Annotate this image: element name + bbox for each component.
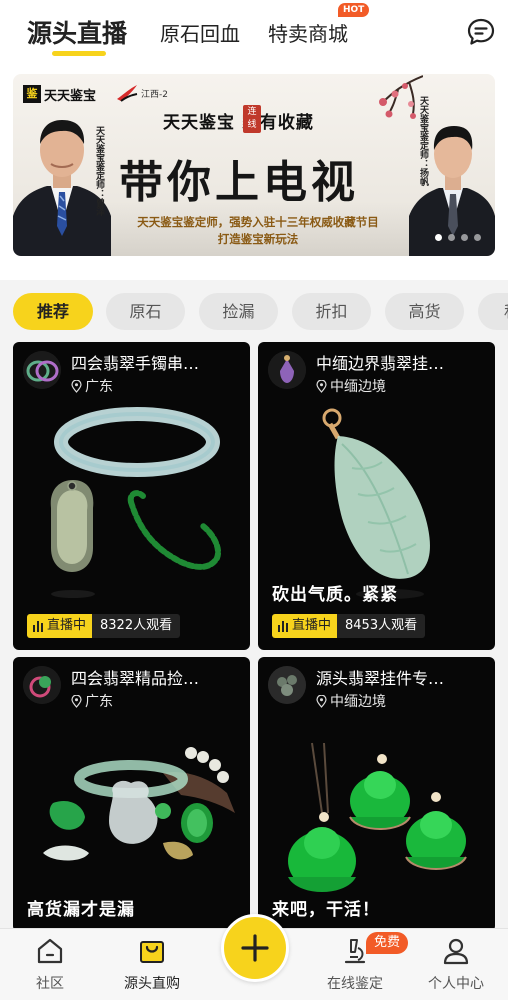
stream-title: 四会翡翠精品捡… bbox=[71, 669, 200, 688]
stream-title: 中缅边界翡翠挂… bbox=[316, 354, 445, 373]
carousel-dot[interactable] bbox=[448, 234, 455, 241]
stream-card[interactable]: 四会翡翠精品捡… 广东 高货漏才是漏 bbox=[13, 657, 250, 932]
stream-card[interactable]: 中缅边界翡翠挂… 中缅边境 砍出气质。紧紧 直播中 8453人观看 bbox=[258, 342, 495, 650]
carousel-dots bbox=[435, 234, 481, 241]
live-badge: 直播中 bbox=[272, 614, 338, 638]
person-icon bbox=[443, 938, 469, 965]
nav-profile[interactable]: 个人中心 bbox=[411, 929, 501, 1000]
left-host-label: 天天鉴宝鉴定师：曾泽 bbox=[94, 126, 104, 216]
app-screen: 源头直播 原石回血 特卖商城 HOT 鉴 天天鉴宝 江西-2 天天鉴宝鉴定师：曾… bbox=[0, 0, 508, 1000]
right-host-label: 天天鉴宝鉴定师：扬帆 bbox=[418, 96, 428, 186]
jiangxi-tv-logo: 江西-2 bbox=[115, 83, 168, 103]
banner-section: 鉴 天天鉴宝 江西-2 天天鉴宝鉴定师：曾泽 天天鉴宝 家有收藏 连线 带你上电… bbox=[0, 66, 508, 280]
link-seal: 连线 bbox=[243, 105, 261, 133]
banner-subtitle-1: 天天鉴宝鉴定师，强势入驻十三年权威收藏节目 bbox=[137, 215, 379, 229]
jade-bracelet-image bbox=[50, 407, 221, 598]
stream-location: 中缅边境 bbox=[316, 691, 386, 711]
chip-bargain[interactable]: 捡漏 bbox=[199, 293, 278, 330]
live-status: 直播中 8453人观看 bbox=[272, 614, 426, 638]
tv-station-logo-icon bbox=[117, 85, 138, 102]
chip-discount[interactable]: 折扣 bbox=[292, 293, 371, 330]
viewer-count: 8322人观看 bbox=[92, 614, 181, 638]
location-pin-icon bbox=[71, 379, 82, 393]
plus-icon bbox=[241, 934, 269, 962]
avatar bbox=[268, 351, 306, 389]
top-nav: 源头直播 原石回血 特卖商城 HOT bbox=[0, 0, 508, 66]
banner-headline: 带你上电视 bbox=[119, 157, 359, 208]
live-status: 直播中 8322人观看 bbox=[27, 614, 181, 638]
stream-card[interactable]: 四会翡翠手镯串… 广东 直播中 8322人观看 bbox=[13, 342, 250, 650]
nav-source-purchase[interactable]: 源头直购 bbox=[107, 929, 197, 1000]
viewer-count: 8453人观看 bbox=[337, 614, 426, 638]
create-button[interactable] bbox=[221, 914, 289, 982]
nav-community[interactable]: 社区 bbox=[5, 929, 95, 1000]
home-icon bbox=[37, 938, 63, 964]
location-pin-icon bbox=[316, 694, 327, 708]
live-bars-icon bbox=[278, 621, 288, 632]
hot-badge: HOT bbox=[338, 3, 370, 17]
location-pin-icon bbox=[71, 694, 82, 708]
stream-card[interactable]: 源头翡翠挂件专… 中缅边境 来吧，干活！ bbox=[258, 657, 495, 932]
tab-special-mall[interactable]: 特卖商城 bbox=[268, 18, 348, 47]
stream-caption: 来吧，干活！ bbox=[272, 900, 380, 920]
chip-recommended[interactable]: 推荐 bbox=[13, 293, 93, 330]
live-bars-icon bbox=[33, 621, 43, 632]
chip-rough-stone[interactable]: 原石 bbox=[106, 293, 185, 330]
stream-location: 中缅边境 bbox=[316, 376, 386, 396]
tiantian-jianbao-logo: 鉴 天天鉴宝 bbox=[23, 84, 96, 104]
live-badge: 直播中 bbox=[27, 614, 93, 638]
tab-source-live[interactable]: 源头直播 bbox=[27, 14, 127, 50]
free-badge: 免费 bbox=[366, 932, 409, 954]
stream-caption: 砍出气质。紧紧 bbox=[272, 585, 398, 605]
category-chips: 推荐 原石 捡漏 折扣 高货 私 bbox=[0, 280, 508, 342]
tab-rough-stone[interactable]: 原石回血 bbox=[160, 18, 240, 47]
chat-bubble-icon[interactable] bbox=[466, 17, 496, 47]
avatar bbox=[23, 666, 61, 704]
chip-more[interactable]: 私 bbox=[478, 293, 508, 330]
active-tab-indicator bbox=[52, 51, 106, 56]
carousel-dot[interactable] bbox=[474, 234, 481, 241]
avatar bbox=[23, 351, 61, 389]
carousel-dot[interactable] bbox=[435, 234, 442, 241]
avatar bbox=[268, 666, 306, 704]
stream-caption: 高货漏才是漏 bbox=[27, 900, 135, 920]
stream-title: 四会翡翠手镯串… bbox=[71, 354, 200, 373]
banner-title: 天天鉴宝 家有收藏 bbox=[163, 113, 314, 133]
location-pin-icon bbox=[316, 379, 327, 393]
shopping-bag-icon bbox=[140, 941, 164, 963]
chip-high-grade[interactable]: 高货 bbox=[385, 293, 464, 330]
stream-title: 源头翡翠挂件专… bbox=[316, 669, 445, 688]
promo-banner[interactable]: 鉴 天天鉴宝 江西-2 天天鉴宝鉴定师：曾泽 天天鉴宝 家有收藏 连线 带你上电… bbox=[13, 74, 495, 256]
stream-location: 广东 bbox=[71, 376, 113, 396]
banner-subtitle-2: 打造鉴宝新玩法 bbox=[217, 232, 299, 246]
stream-location: 广东 bbox=[71, 691, 113, 711]
carousel-dot[interactable] bbox=[461, 234, 468, 241]
